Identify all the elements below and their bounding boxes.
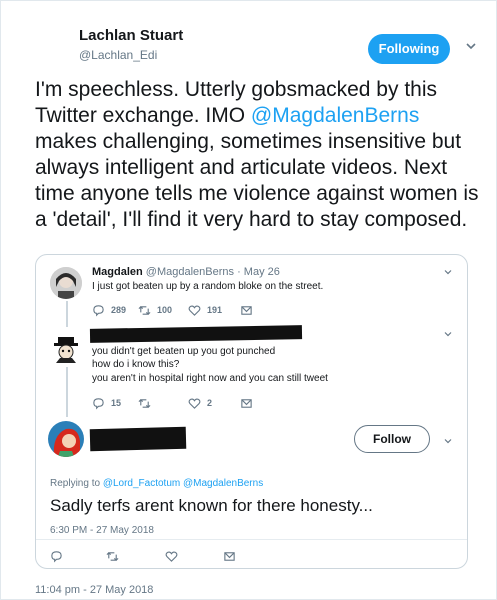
avatar[interactable]	[48, 421, 84, 457]
avatar-photo	[50, 267, 82, 299]
action-bar	[50, 549, 310, 563]
reply-action[interactable]: 289	[92, 303, 126, 317]
avatar[interactable]	[19, 17, 67, 65]
replying-to-line: Replying to @Lord_Factotum @MagdalenBern…	[50, 478, 263, 489]
action-bar: 15 2	[92, 396, 312, 410]
retweet-action[interactable]	[106, 549, 125, 563]
tweet-text: I'm speechless. Utterly gobsmacked by th…	[35, 77, 483, 233]
quoted-author-handle[interactable]: @MagdalenBerns	[146, 266, 234, 278]
message-action[interactable]	[223, 549, 242, 563]
tweet-text-after: makes challenging, sometimes insensitive…	[35, 130, 479, 231]
reply-count: 15	[111, 398, 122, 408]
quoted-text-line: you aren't in hospital right now and you…	[92, 373, 328, 384]
quoted-thread[interactable]: Magdalen @MagdalenBerns · May 26 I just …	[35, 254, 468, 569]
reply-icon	[51, 550, 62, 562]
quoted-text-line: you didn't get beaten up you got punched	[92, 346, 276, 357]
like-action[interactable]: 191	[188, 303, 222, 317]
chevron-down-icon[interactable]	[443, 329, 453, 339]
quoted-text-line: how do i know this?	[92, 359, 180, 370]
avatar-photo	[54, 337, 78, 363]
quoted-tweet-magdalen[interactable]: Magdalen @MagdalenBerns · May 26 I just …	[36, 255, 467, 323]
reply-text: Sadly terfs arent known for there honest…	[50, 496, 373, 515]
replying-to-label: Replying to	[50, 478, 101, 489]
thread-connector	[66, 367, 68, 417]
retweet-action[interactable]	[138, 396, 157, 410]
thread-connector	[66, 301, 68, 327]
quoted-text: I just got beaten up by a random bloke o…	[92, 281, 324, 292]
message-action[interactable]	[240, 396, 259, 410]
tweet-timestamp[interactable]: 11:04 pm - 27 May 2018	[35, 584, 153, 596]
avatar[interactable]	[50, 333, 82, 365]
message-icon	[224, 551, 235, 561]
avatar[interactable]	[50, 267, 82, 299]
reply-action[interactable]	[50, 549, 69, 563]
like-action[interactable]	[165, 549, 184, 563]
message-icon	[241, 398, 252, 408]
message-icon	[241, 305, 252, 315]
retweet-icon	[106, 551, 119, 561]
author-name[interactable]: Lachlan Stuart	[79, 27, 183, 44]
tweet-card: Lachlan Stuart @Lachlan_Edi Following I'…	[0, 0, 497, 600]
divider	[36, 539, 467, 540]
chevron-down-icon[interactable]	[443, 267, 453, 277]
retweet-icon	[138, 305, 151, 315]
action-bar: 289 100 191	[92, 303, 312, 317]
like-icon	[188, 305, 201, 316]
chevron-down-icon[interactable]	[464, 39, 478, 53]
retweet-count: 100	[157, 305, 173, 315]
redacted-name	[89, 426, 187, 452]
follow-button[interactable]: Follow	[354, 425, 430, 453]
like-count: 191	[207, 305, 223, 315]
reply-count: 289	[111, 305, 127, 315]
avatar-photo	[48, 421, 84, 457]
following-button[interactable]: Following	[368, 34, 450, 64]
message-action[interactable]	[240, 303, 259, 317]
author-handle[interactable]: @Lachlan_Edi	[79, 48, 157, 62]
chevron-down-icon[interactable]	[443, 436, 453, 446]
like-icon	[188, 398, 201, 409]
tweet-header: Lachlan Stuart @Lachlan_Edi Following	[19, 17, 478, 69]
replying-to-handles[interactable]: @Lord_Factotum @MagdalenBerns	[103, 478, 263, 489]
retweet-action[interactable]: 100	[138, 303, 172, 317]
like-icon	[165, 551, 178, 562]
mention-link[interactable]: @MagdalenBerns	[251, 104, 419, 127]
quoted-author-name[interactable]: Magdalen	[92, 266, 143, 278]
redacted-name	[89, 325, 303, 343]
like-action[interactable]: 2	[188, 396, 212, 410]
retweet-icon	[138, 398, 151, 408]
quoted-date[interactable]: · May 26	[237, 266, 280, 278]
reply-icon	[93, 304, 104, 316]
reply-action[interactable]: 15	[92, 396, 121, 410]
reply-timestamp[interactable]: 6:30 PM - 27 May 2018	[50, 525, 154, 536]
quoted-author-line: Magdalen @MagdalenBerns · May 26	[92, 266, 280, 278]
reply-icon	[93, 397, 104, 409]
like-count: 2	[207, 398, 213, 408]
quoted-tweet-reply[interactable]: you didn't get beaten up you got punched…	[36, 325, 467, 417]
